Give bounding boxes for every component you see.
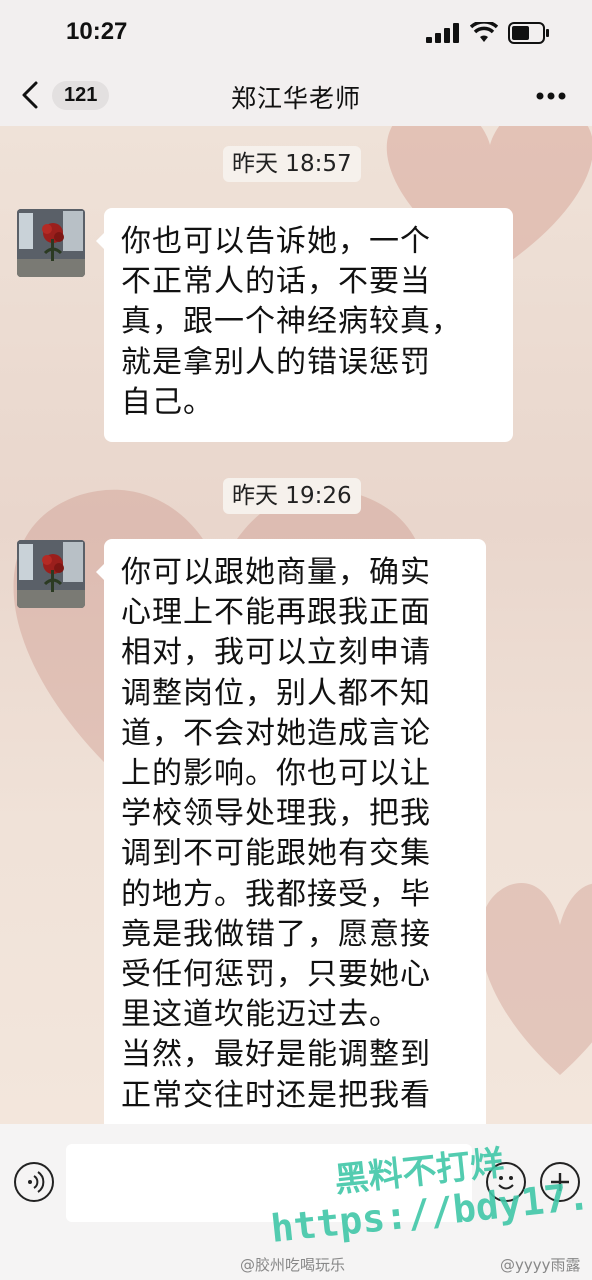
avatar[interactable] (17, 540, 85, 608)
signal-icon (426, 23, 459, 43)
voice-button[interactable] (14, 1162, 54, 1202)
weibo-watermark: @yyyy雨露 (500, 1256, 581, 1274)
avatar-image (17, 209, 85, 277)
wifi-icon (470, 22, 498, 42)
weibo-watermark: @胶州吃喝玩乐 (240, 1256, 346, 1274)
chat-title: 郑江华老师 (230, 84, 361, 113)
status-time: 10:27 (66, 18, 128, 45)
message-bubble[interactable]: 你也可以告诉她，一个 不正常人的话，不要当 真，跟一个神经病较真， 就是拿别人的… (104, 208, 513, 442)
avatar[interactable] (17, 209, 85, 277)
battery-icon (508, 22, 549, 44)
status-icons (426, 22, 550, 44)
voice-icon (28, 1171, 45, 1193)
message-timestamp: 昨天 19:26 (223, 478, 361, 514)
message-timestamp: 昨天 18:57 (223, 146, 361, 182)
message-bubble[interactable]: 你可以跟她商量，确实 心理上不能再跟我正面 相对，我可以立刻申请 调整岗位，别人… (104, 539, 486, 1139)
more-icon[interactable] (536, 92, 566, 100)
avatar-image (17, 540, 85, 608)
nav-bar: 121 郑江华老师 (0, 66, 592, 126)
status-bar: 10:27 (0, 0, 592, 66)
